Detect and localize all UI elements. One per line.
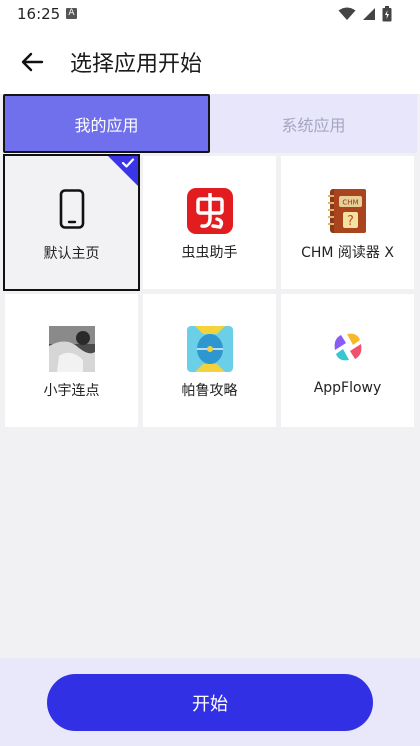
appflowy-icon bbox=[334, 333, 361, 361]
app-label: CHM 阅读器 X bbox=[301, 245, 394, 261]
tab-system-apps[interactable]: 系统应用 bbox=[210, 94, 417, 153]
back-arrow-icon[interactable] bbox=[18, 48, 46, 76]
app-card-palu[interactable]: 帕鲁攻略 bbox=[143, 294, 276, 427]
app-card-xiaoyu[interactable]: 小宇连点 bbox=[5, 294, 138, 427]
app-card-default-home[interactable]: 默认主页 bbox=[3, 154, 140, 291]
check-icon bbox=[121, 158, 135, 168]
status-time: 16:25 bbox=[17, 5, 61, 23]
battery-icon bbox=[382, 6, 392, 22]
app-card-chm-reader[interactable]: CHM ? CHM 阅读器 X bbox=[281, 156, 414, 289]
tab-my-apps[interactable]: 我的应用 bbox=[3, 94, 210, 153]
tab-bar: 我的应用 系统应用 bbox=[3, 94, 417, 153]
svg-text:CHM: CHM bbox=[342, 199, 358, 207]
svg-text:?: ? bbox=[347, 214, 354, 229]
app-bar: 选择应用开始 bbox=[0, 28, 420, 94]
signal-icon bbox=[363, 8, 375, 20]
app-label: 默认主页 bbox=[43, 246, 100, 262]
notification-badge-icon: A bbox=[66, 8, 77, 19]
palu-icon bbox=[186, 326, 233, 372]
wifi-icon bbox=[338, 7, 356, 20]
app-card-chongchong[interactable]: 虫虫助手 bbox=[143, 156, 276, 289]
page-title: 选择应用开始 bbox=[70, 52, 203, 77]
app-label: 帕鲁攻略 bbox=[181, 383, 238, 399]
status-bar: 16:25 A bbox=[0, 0, 420, 28]
chongchong-icon bbox=[186, 188, 233, 234]
start-button[interactable]: 开始 bbox=[47, 674, 373, 731]
phone-icon bbox=[59, 189, 84, 229]
app-label: 虫虫助手 bbox=[181, 245, 238, 261]
app-card-appflowy[interactable]: AppFlowy bbox=[281, 294, 414, 427]
app-label: 小宇连点 bbox=[43, 383, 100, 399]
xiaoyu-photo-icon bbox=[48, 326, 95, 372]
bottom-panel: 开始 bbox=[0, 658, 420, 746]
chm-book-icon: CHM ? bbox=[327, 189, 366, 233]
app-label: AppFlowy bbox=[313, 380, 382, 396]
status-icons bbox=[338, 6, 392, 22]
